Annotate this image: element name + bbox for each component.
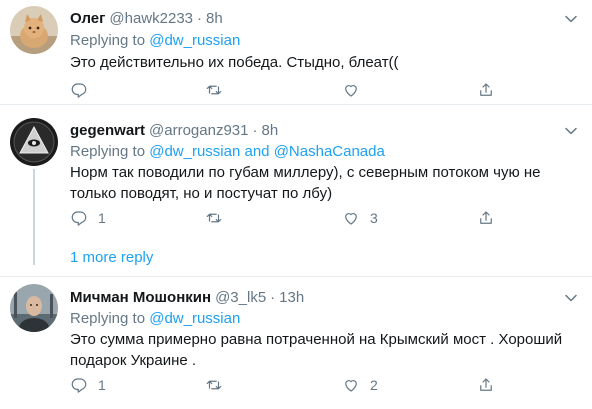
retweet-icon bbox=[206, 85, 222, 95]
reply-button[interactable]: 1 bbox=[70, 375, 106, 395]
thread-connector bbox=[33, 169, 35, 265]
reply-icon bbox=[71, 211, 87, 226]
reply-count: 1 bbox=[98, 377, 106, 393]
replying-prefix: Replying to bbox=[70, 32, 150, 49]
like-button[interactable] bbox=[342, 80, 370, 100]
heart-icon bbox=[345, 380, 357, 392]
share-button[interactable] bbox=[477, 208, 495, 228]
tweet-text: Это сумма примерно равна потраченной на … bbox=[70, 331, 563, 369]
share-icon bbox=[480, 378, 492, 391]
display-name[interactable]: gegenwart bbox=[70, 122, 145, 139]
separator-dot: · bbox=[252, 122, 258, 139]
heart-icon bbox=[345, 85, 357, 97]
avatar-portrait-image bbox=[10, 284, 58, 332]
heart-icon bbox=[345, 213, 357, 225]
tweet-text: Норм так поводили по губам миллеру), с с… bbox=[70, 164, 541, 202]
replying-to: Replying to @dw_russian and @NashaCanada bbox=[70, 143, 385, 161]
chevron-down-icon[interactable] bbox=[564, 291, 578, 305]
display-name[interactable]: Олег bbox=[70, 10, 105, 27]
show-more-replies-link[interactable]: 1 more reply bbox=[70, 249, 153, 267]
chevron-down-icon[interactable] bbox=[564, 12, 578, 26]
display-name[interactable]: Мичман Мошонкин bbox=[70, 289, 211, 306]
timestamp[interactable]: 13h bbox=[279, 289, 304, 306]
avatar[interactable] bbox=[10, 118, 58, 166]
tweet-header: Мичман Мошонкин @3_lk5 · 13h bbox=[70, 289, 304, 307]
share-icon bbox=[480, 211, 492, 224]
share-button[interactable] bbox=[477, 375, 495, 395]
reply-mention-link[interactable]: @dw_russian bbox=[149, 32, 240, 49]
reply-mention-link[interactable]: @dw_russian bbox=[149, 143, 240, 160]
retweet-button[interactable] bbox=[205, 375, 233, 395]
tweet-2[interactable]: gegenwart @arroganz931 · 8h Replying to @dw… bbox=[0, 105, 592, 275]
reply-icon bbox=[71, 83, 87, 98]
reply-count: 1 bbox=[98, 210, 106, 226]
timestamp[interactable]: 8h bbox=[261, 122, 278, 139]
retweet-icon bbox=[206, 380, 222, 390]
replying-prefix: Replying to bbox=[70, 143, 150, 160]
chevron-down-icon[interactable] bbox=[564, 124, 578, 138]
retweet-button[interactable] bbox=[205, 208, 233, 228]
like-button[interactable]: 3 bbox=[342, 208, 378, 228]
separator-dot: · bbox=[197, 10, 203, 27]
user-handle[interactable]: @3_lk5 bbox=[215, 289, 266, 306]
share-icon bbox=[480, 83, 492, 96]
avatar[interactable] bbox=[10, 6, 58, 54]
tweet-header: gegenwart @arroganz931 · 8h bbox=[70, 122, 278, 140]
retweet-button[interactable] bbox=[205, 80, 233, 100]
tweet-header: Олег @hawk2233 · 8h bbox=[70, 10, 223, 28]
timestamp[interactable]: 8h bbox=[206, 10, 223, 27]
like-count: 2 bbox=[370, 377, 378, 393]
tweet-actions bbox=[70, 80, 530, 100]
replying-to: Replying to @dw_russian bbox=[70, 32, 240, 50]
avatar-cat-image bbox=[10, 6, 58, 54]
like-count: 3 bbox=[370, 210, 378, 226]
replying-prefix: Replying to bbox=[70, 310, 150, 327]
reply-mention-link[interactable]: @dw_russian bbox=[149, 310, 240, 327]
replying-joiner: and bbox=[240, 143, 274, 160]
user-handle[interactable]: @arroganz931 bbox=[149, 122, 248, 139]
reply-button[interactable] bbox=[70, 80, 98, 100]
reply-icon bbox=[71, 378, 87, 393]
share-button[interactable] bbox=[477, 80, 495, 100]
user-handle[interactable]: @hawk2233 bbox=[109, 10, 193, 27]
tweet-text: Это действительно их победа. Стыдно, бле… bbox=[70, 54, 399, 71]
tweet-actions: 1 3 bbox=[70, 208, 530, 228]
tweet-1[interactable]: Олег @hawk2233 · 8h Replying to @dw_russian… bbox=[0, 0, 592, 104]
tweet-3[interactable]: Мичман Мошонкин @3_lk5 · 13h Replying to @d… bbox=[0, 277, 592, 409]
avatar-eye-pyramid-image bbox=[10, 118, 58, 166]
like-button[interactable]: 2 bbox=[342, 375, 378, 395]
reply-mention-link-2[interactable]: @NashaCanada bbox=[274, 143, 385, 160]
reply-button[interactable]: 1 bbox=[70, 208, 106, 228]
retweet-icon bbox=[206, 213, 222, 223]
tweet-actions: 1 2 bbox=[70, 375, 530, 395]
separator-dot: · bbox=[270, 289, 276, 306]
avatar[interactable] bbox=[10, 284, 58, 332]
replying-to: Replying to @dw_russian bbox=[70, 310, 240, 328]
